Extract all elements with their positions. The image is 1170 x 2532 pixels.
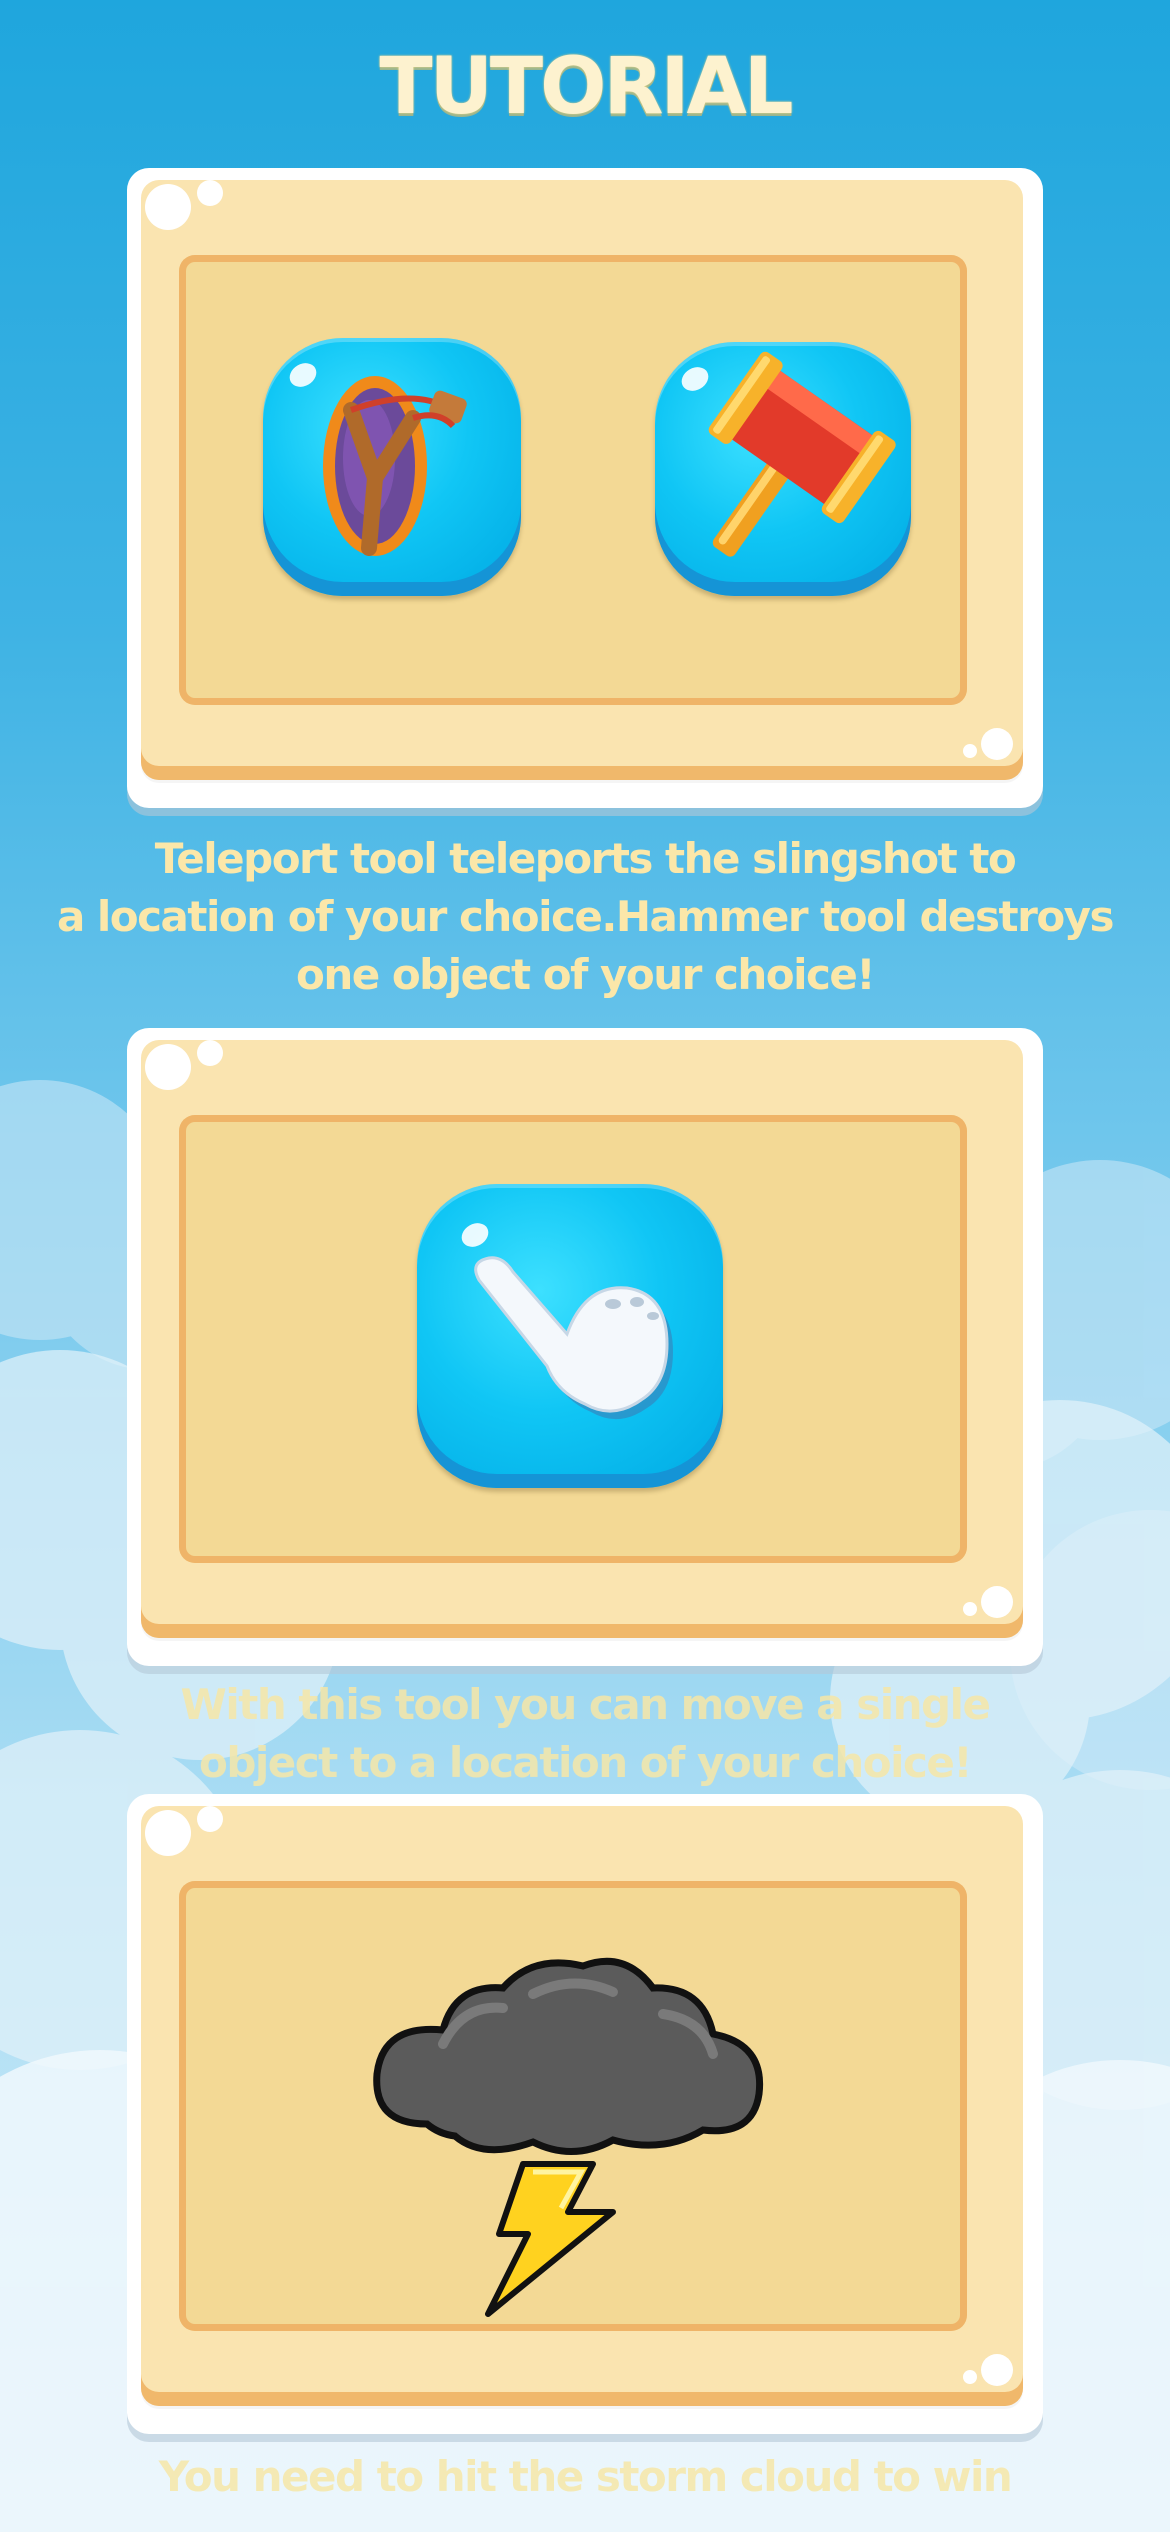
bubble-decoration bbox=[145, 184, 191, 230]
description-line: one object of your choice! bbox=[295, 950, 876, 999]
move-tool-description: With this tool you can move a single obj… bbox=[0, 1676, 1170, 1792]
tutorial-panel-storm-cloud bbox=[127, 1794, 1043, 2434]
move-tool-button[interactable] bbox=[417, 1184, 723, 1488]
bubble-decoration bbox=[963, 744, 977, 758]
bubble-decoration bbox=[197, 180, 223, 206]
bubble-decoration bbox=[963, 1602, 977, 1616]
bubble-decoration bbox=[981, 2354, 1013, 2386]
tutorial-panel-move bbox=[127, 1028, 1043, 1666]
hammer-icon bbox=[708, 351, 896, 557]
teleport-tool-button[interactable] bbox=[263, 338, 521, 596]
tutorial-panel-teleport-hammer bbox=[127, 168, 1043, 808]
bubble-decoration bbox=[145, 1810, 191, 1856]
description-line: With this tool you can move a single bbox=[180, 1680, 991, 1729]
storm-cloud-description: You need to hit the storm cloud to win bbox=[0, 2448, 1170, 2506]
description-line: object to a location of your choice! bbox=[198, 1738, 973, 1787]
description-line: a location of your choice.Hammer tool de… bbox=[56, 892, 1115, 941]
page-title: TUTORIAL bbox=[379, 42, 793, 132]
storm-cloud-icon bbox=[373, 1957, 764, 2317]
hammer-tool-button[interactable] bbox=[655, 342, 911, 596]
bubble-decoration bbox=[981, 1586, 1013, 1618]
bubble-decoration bbox=[981, 728, 1013, 760]
bubble-decoration bbox=[197, 1040, 223, 1066]
description-line: Teleport tool teleports the slingshot to bbox=[154, 834, 1017, 883]
teleport-hammer-description: Teleport tool teleports the slingshot to… bbox=[0, 830, 1170, 1004]
description-line: You need to hit the storm cloud to win bbox=[158, 2452, 1013, 2501]
slingshot-portal-icon bbox=[323, 376, 467, 556]
pointing-hand-icon bbox=[474, 1256, 673, 1420]
bubble-decoration bbox=[963, 2370, 977, 2384]
bubble-decoration bbox=[197, 1806, 223, 1832]
bubble-decoration bbox=[145, 1044, 191, 1090]
